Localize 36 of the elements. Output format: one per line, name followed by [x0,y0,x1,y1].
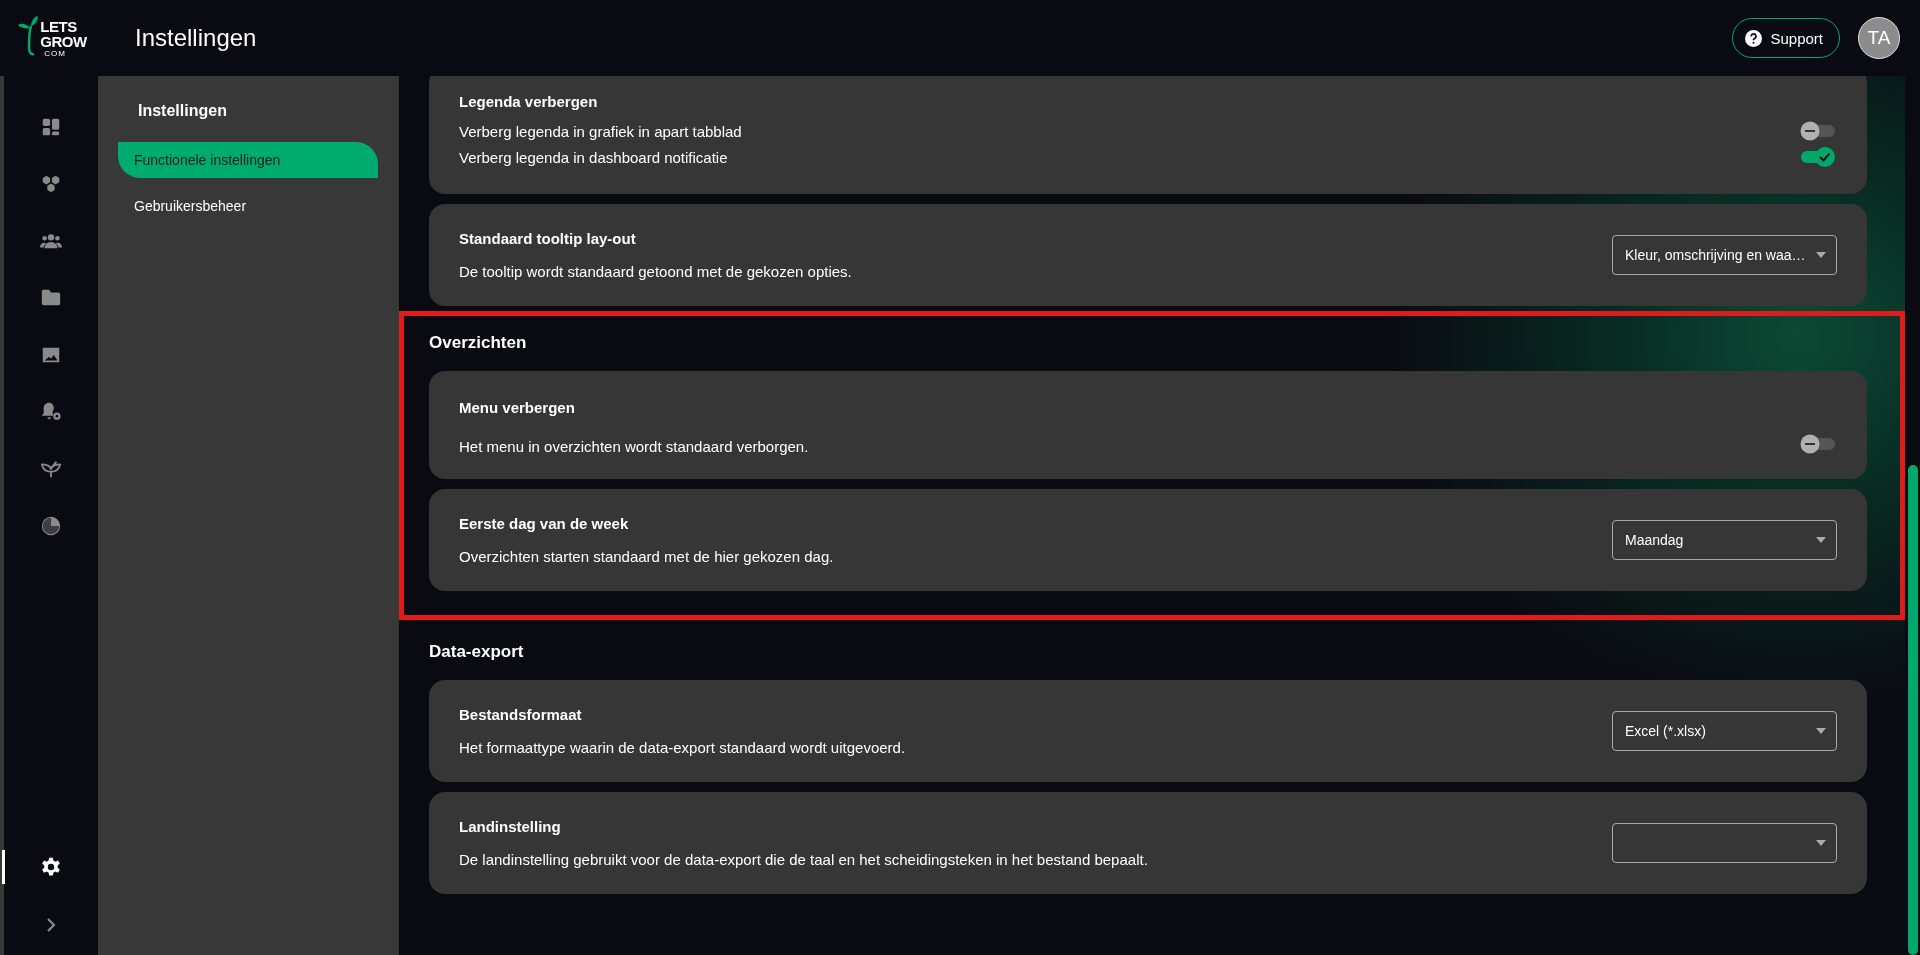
caret-icon [1816,728,1826,734]
card-description: De landinstelling gebruikt voor de data-export die de taal en het scheidingsteken in het bestand bepaalt. [459,851,1149,868]
card-title: Eerste dag van de week [459,515,630,532]
sidebar-item[interactable]: Gebruikersbeheer [118,188,378,224]
card-title: Standaard tooltip lay-out [459,230,637,247]
card-description: Overzichten starten standaard met de hier gekozen dag. [459,548,835,565]
toggle-switch[interactable] [1799,120,1837,142]
card-title: Menu verbergen [459,399,576,416]
card-description: De tooltip wordt standaard getoond met de gekozen opties. [459,263,853,280]
section-heading: Overzichten [429,332,528,354]
section-heading: Data-export [429,641,525,663]
select-field[interactable]: Maandag [1612,520,1837,560]
sidebar-item[interactable]: Functionele instellingen [118,142,378,178]
scrollbar-thumb[interactable] [1908,465,1918,955]
sidebar-title: Instellingen [138,102,228,120]
option-label: Verberg legenda in grafiek in apart tabblad [459,122,742,140]
card-description: Het menu in overzichten wordt standaard verborgen. [459,438,810,455]
select-field[interactable]: Excel (*.xlsx) [1612,711,1837,751]
logo-text: GROW [40,33,87,49]
card-title: Landinstelling [459,818,562,835]
caret-icon [1816,537,1826,543]
caret-icon [1816,252,1826,258]
card-title: Bestandsformaat [459,706,583,723]
option-label: Verberg legenda in dashboard notificatie [459,148,728,166]
card-title: Legenda verbergen [459,93,599,110]
select-field[interactable]: Kleur, omschrijving en waa… [1612,235,1837,275]
logo-text: LETS [40,18,78,34]
caret-icon [1816,840,1826,846]
page-title: Instellingen [135,24,258,52]
logo-text: COM [43,48,67,58]
toggle-switch[interactable] [1799,146,1837,168]
logo[interactable]: LETS GROW COM [0,0,98,76]
help-icon [1745,29,1763,47]
card-description: Het formaattype waarin de data-export standaard wordt uitgevoerd. [459,739,907,756]
select-field[interactable] [1612,823,1837,863]
toggle-switch[interactable] [1799,433,1837,455]
